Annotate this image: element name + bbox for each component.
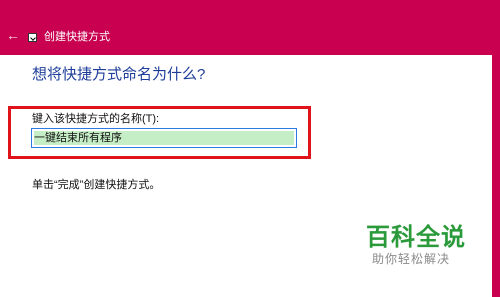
watermark-tagline: 助你轻松解决 (372, 252, 451, 266)
title-bar: ← 创建快捷方式 (0, 0, 500, 55)
window-title: 创建快捷方式 (44, 31, 110, 43)
dialog-content: 想将快捷方式命名为什么? 键入该快捷方式的名称(T): 一键结束所有程序 单击“… (0, 55, 492, 297)
shortcut-icon (28, 33, 37, 42)
shortcut-name-input[interactable]: 一键结束所有程序 (31, 128, 297, 148)
dialog-heading: 想将快捷方式命名为什么? (32, 66, 206, 83)
window-border (492, 55, 500, 297)
shortcut-name-label: 键入该快捷方式的名称(T): (32, 113, 160, 125)
finish-instruction: 单击“完成”创建快捷方式。 (32, 179, 161, 191)
watermark-logo: 百科全说 (366, 224, 466, 251)
back-arrow-icon[interactable]: ← (6, 28, 20, 42)
shortcut-name-value: 一键结束所有程序 (34, 131, 294, 145)
